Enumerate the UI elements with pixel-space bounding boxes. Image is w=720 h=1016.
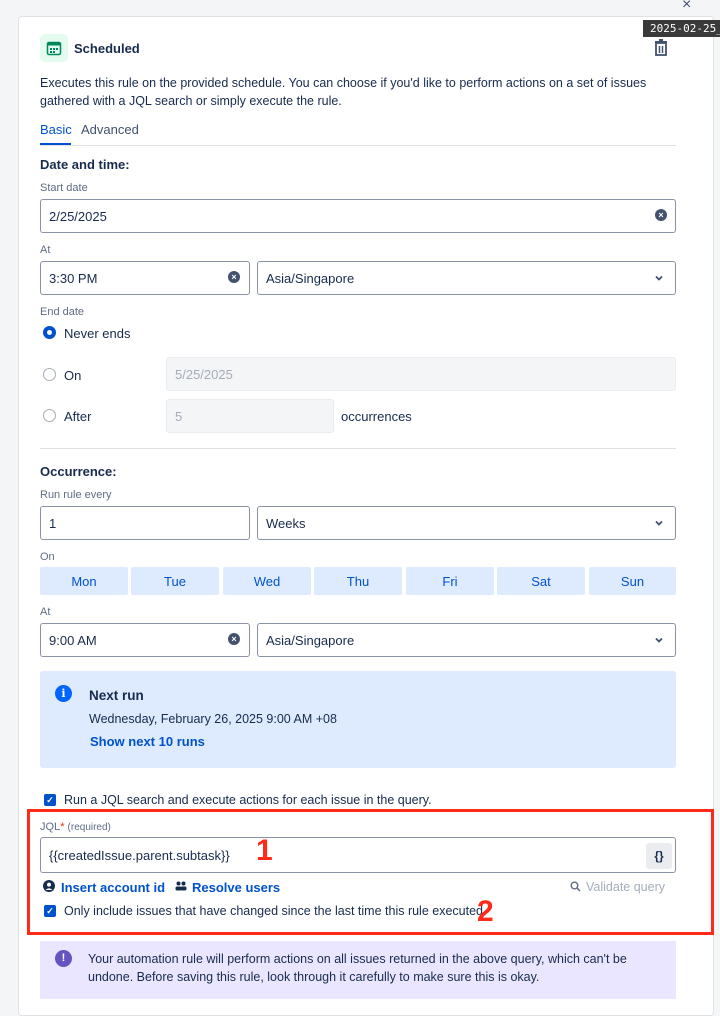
validate-query-button[interactable]: Validate query: [586, 880, 665, 894]
tab-advanced[interactable]: Advanced: [81, 122, 139, 137]
start-date-value: 2/25/2025: [49, 208, 107, 224]
run-time-field[interactable]: 9:00 AM: [40, 623, 250, 657]
interval-unit-select[interactable]: Weeks: [257, 506, 676, 540]
end-on-date-value: 5/25/2025: [175, 366, 233, 382]
resolve-users-link[interactable]: Resolve users: [192, 880, 280, 895]
day-sat[interactable]: Sat: [497, 567, 585, 595]
chevron-down-icon: [655, 275, 663, 281]
occurrences-value: 5: [175, 408, 183, 424]
run-every-field[interactable]: 1: [40, 506, 250, 540]
jql-label-text: JQL: [40, 821, 61, 833]
tooltip: 2025-02-25_1: [643, 20, 720, 37]
jql-label: JQL* (required): [40, 821, 111, 833]
run-time-value: 9:00 AM: [49, 632, 97, 648]
show-next-runs-link[interactable]: Show next 10 runs: [90, 734, 205, 749]
day-mon[interactable]: Mon: [40, 567, 128, 595]
next-run-value: Wednesday, February 26, 2025 9:00 AM +08: [89, 712, 337, 726]
insert-account-id-link[interactable]: Insert account id: [61, 880, 165, 895]
end-date-label: End date: [40, 306, 85, 318]
run-timezone-select[interactable]: Asia/Singapore: [257, 623, 676, 657]
day-wed[interactable]: Wed: [223, 567, 311, 595]
warning-icon: !: [55, 950, 72, 967]
run-every-value: 1: [49, 515, 57, 531]
occurrences-label: occurrences: [341, 409, 412, 424]
warning-text: Your automation rule will perform action…: [88, 952, 627, 984]
datetime-heading: Date and time:: [40, 157, 130, 172]
required-text: (required): [67, 822, 111, 833]
timezone-select[interactable]: Asia/Singapore: [257, 261, 676, 295]
page-title: Scheduled: [74, 41, 140, 56]
never-ends-label: Never ends: [64, 326, 131, 341]
day-sun[interactable]: Sun: [589, 567, 676, 595]
start-time-value: 3:30 PM: [49, 270, 98, 286]
day-thu[interactable]: Thu: [314, 567, 402, 595]
next-run-title: Next run: [89, 688, 144, 703]
required-star: *: [60, 821, 65, 833]
info-icon: i: [55, 685, 72, 702]
run-timezone-value: Asia/Singapore: [266, 632, 355, 648]
clear-start-time-icon[interactable]: ×: [228, 271, 240, 283]
trash-icon[interactable]: [652, 38, 670, 56]
days-label: On: [40, 551, 55, 563]
after-label: After: [64, 409, 92, 424]
jql-value: {{createdIssue.parent.subtask}}: [49, 847, 230, 863]
on-label: On: [64, 368, 82, 383]
clear-run-time-icon[interactable]: ×: [228, 633, 240, 645]
only-changed-checkbox[interactable]: ✓: [44, 905, 56, 917]
users-icon: [175, 881, 187, 891]
start-date-label: Start date: [40, 182, 88, 194]
jql-input[interactable]: {{createdIssue.parent.subtask}}: [40, 837, 676, 873]
radio-never-ends[interactable]: [43, 326, 56, 339]
occurrences-field[interactable]: 5: [166, 399, 334, 433]
chevron-down-icon: [655, 637, 663, 643]
occurrence-heading: Occurrence:: [40, 464, 117, 479]
radio-on[interactable]: [43, 368, 56, 381]
timezone-value: Asia/Singapore: [266, 270, 355, 286]
run-jql-checkbox[interactable]: ✓: [44, 794, 56, 806]
close-icon[interactable]: ×: [682, 0, 691, 14]
annotation-1: 1: [256, 834, 273, 867]
day-tue[interactable]: Tue: [131, 567, 219, 595]
tab-basic[interactable]: Basic: [40, 122, 72, 137]
search-icon: [570, 881, 581, 892]
at-label: At: [40, 244, 51, 256]
start-date-field[interactable]: 2/25/2025: [40, 199, 676, 233]
calendar-icon: [40, 34, 68, 62]
run-jql-label: Run a JQL search and execute actions for…: [64, 793, 432, 807]
chevron-down-icon: [655, 520, 663, 526]
interval-unit-value: Weeks: [266, 515, 306, 531]
smart-value-button[interactable]: {}: [646, 843, 672, 869]
start-time-field[interactable]: 3:30 PM: [40, 261, 250, 295]
day-fri[interactable]: Fri: [406, 567, 494, 595]
run-every-label: Run rule every: [40, 489, 112, 501]
radio-after[interactable]: [43, 409, 56, 422]
only-changed-label: Only include issues that have changed si…: [64, 904, 483, 918]
description: Executes this rule on the provided sched…: [40, 76, 647, 108]
tabs-divider: [40, 145, 676, 146]
clear-start-date-icon[interactable]: ×: [655, 209, 667, 221]
person-icon: [43, 880, 55, 892]
run-at-label: At: [40, 606, 51, 618]
end-on-date-field[interactable]: 5/25/2025: [166, 357, 676, 391]
annotation-2: 2: [477, 895, 494, 928]
section-divider: [40, 448, 676, 449]
